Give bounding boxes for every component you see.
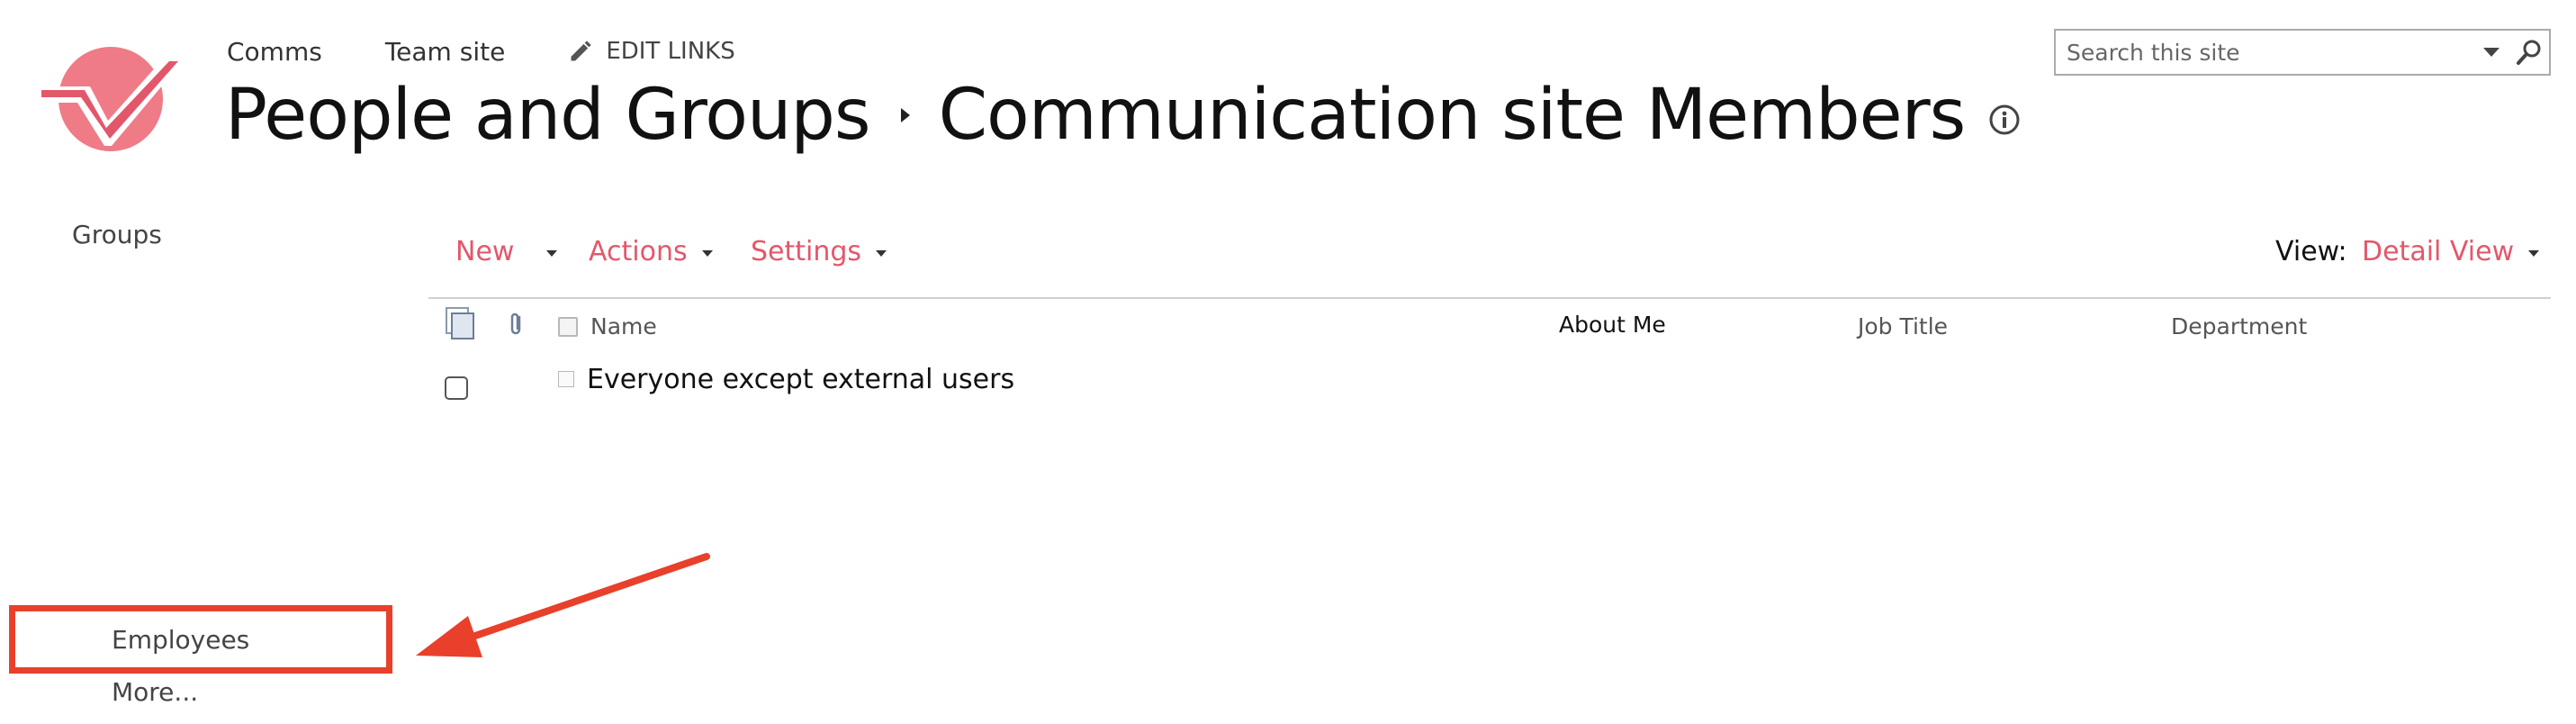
- row-select-checkbox[interactable]: [445, 376, 468, 400]
- view-dropdown-icon: [2528, 250, 2540, 257]
- dropdown-icon[interactable]: [2473, 31, 2509, 74]
- new-dropdown-icon: [546, 250, 558, 257]
- select-all-checkbox[interactable]: [558, 317, 578, 337]
- documents-icon[interactable]: [445, 306, 477, 340]
- column-header-job-title[interactable]: Job Title: [1858, 313, 1948, 339]
- toolbar-divider: [428, 297, 2551, 299]
- actions-label: Actions: [589, 236, 688, 267]
- column-header-about-me[interactable]: About Me: [1559, 312, 1666, 338]
- page-title: People and Groups Communication site Mem…: [225, 70, 2021, 160]
- column-header-name[interactable]: Name: [590, 313, 657, 339]
- list-toolbar: New Actions Settings View: Detail View: [428, 236, 2553, 272]
- row-item-checkbox[interactable]: [558, 371, 574, 387]
- edit-links-label: EDIT LINKS: [606, 38, 735, 65]
- settings-label: Settings: [751, 236, 862, 267]
- breadcrumb-parent[interactable]: People and Groups: [225, 75, 871, 156]
- new-menu-button[interactable]: New: [455, 236, 558, 267]
- view-selector[interactable]: Detail View: [2362, 236, 2540, 267]
- view-value: Detail View: [2362, 236, 2515, 267]
- nav-groups-heading[interactable]: Groups: [72, 220, 162, 249]
- paperclip-icon: [510, 312, 521, 335]
- annotation-arrow: [416, 553, 710, 657]
- info-icon[interactable]: [1988, 104, 2021, 136]
- actions-menu-button[interactable]: Actions: [589, 236, 713, 267]
- top-nav-link-team-site[interactable]: Team site: [385, 37, 505, 67]
- view-label: View:: [2275, 236, 2347, 267]
- settings-dropdown-icon: [876, 250, 887, 257]
- pencil-icon: [571, 41, 591, 61]
- new-label: New: [455, 236, 515, 267]
- search-icon[interactable]: [2509, 31, 2549, 74]
- row-name-link[interactable]: Everyone except external users: [587, 364, 1014, 395]
- search-input[interactable]: [2056, 31, 2473, 74]
- column-header-department[interactable]: Department: [2171, 313, 2307, 339]
- breadcrumb-current: Communication site Members: [938, 75, 1967, 156]
- nav-item-more[interactable]: More...: [112, 677, 198, 707]
- edit-links-button[interactable]: EDIT LINKS: [568, 38, 735, 65]
- highlight-box: [9, 605, 392, 674]
- search-box: [2054, 29, 2551, 76]
- top-nav-link-comms[interactable]: Comms: [227, 37, 322, 67]
- settings-menu-button[interactable]: Settings: [751, 236, 887, 267]
- actions-dropdown-icon: [701, 250, 713, 257]
- logo-icon[interactable]: [34, 34, 187, 151]
- top-navigation: Comms Team site EDIT LINKS: [227, 34, 735, 68]
- chevron-right-icon: [899, 106, 912, 124]
